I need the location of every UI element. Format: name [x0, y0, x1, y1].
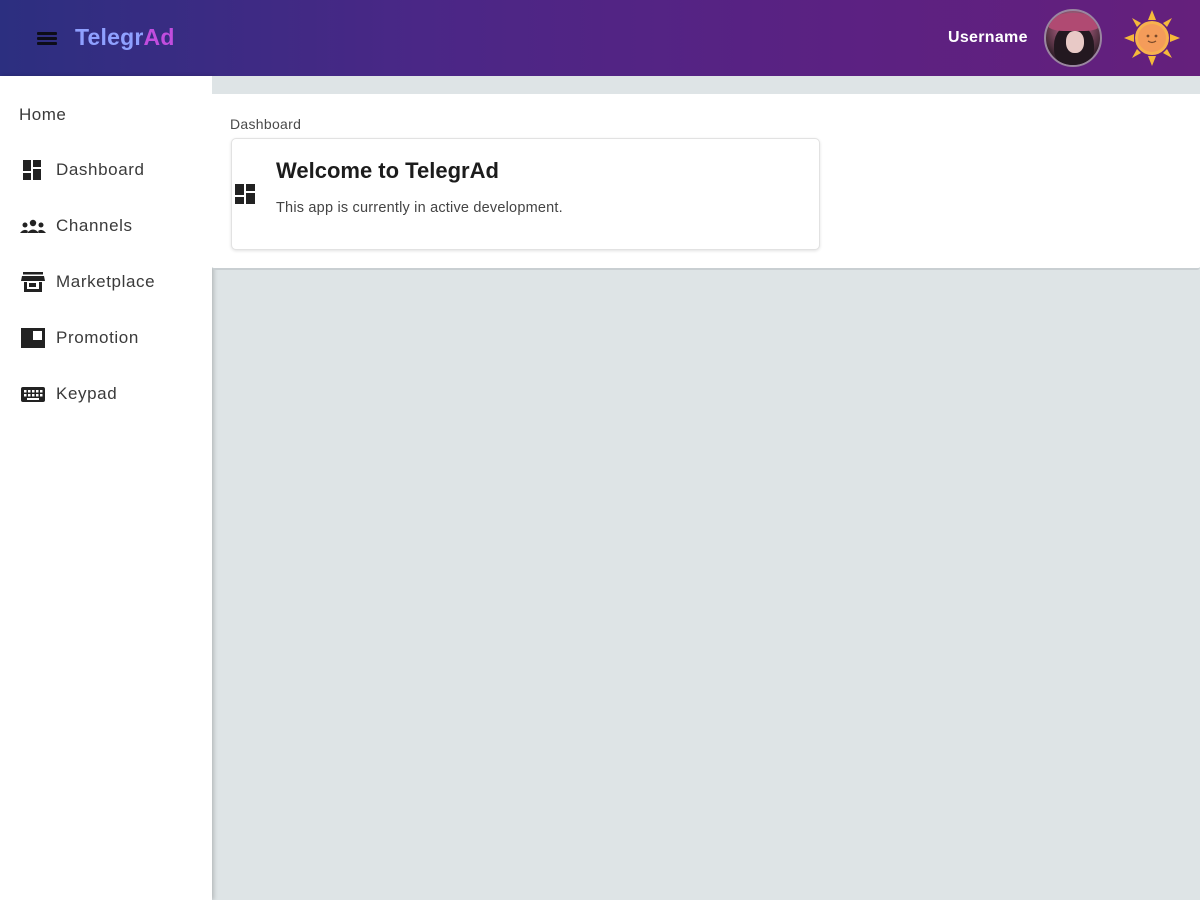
- sidebar-item-home[interactable]: Home: [19, 105, 66, 125]
- card-title: Welcome to TelegrAd: [276, 158, 499, 183]
- keyboard-icon: [21, 387, 45, 402]
- sidebar-item-label: Dashboard: [56, 160, 145, 179]
- card-description: This app is currently in active developm…: [276, 200, 563, 216]
- menu-icon[interactable]: [34, 27, 60, 49]
- avatar-hat: [1048, 13, 1100, 31]
- sidebar-item-label: Marketplace: [56, 272, 156, 291]
- sidebar: [0, 76, 212, 900]
- brand-text-part2: Ad: [143, 24, 175, 50]
- sidebar-item-label: Keypad: [56, 384, 118, 403]
- groups-icon: [20, 219, 46, 233]
- sidebar-item-marketplace[interactable]: Marketplace: [0, 262, 212, 302]
- brand-logo[interactable]: TelegrAd: [75, 24, 175, 51]
- sidebar-item-label: Promotion: [56, 328, 139, 347]
- content-top-strip: [212, 76, 1200, 94]
- sun-icon[interactable]: [1124, 10, 1180, 66]
- sidebar-item-dashboard[interactable]: Dashboard: [0, 150, 212, 190]
- sidebar-item-keypad[interactable]: Keypad: [0, 374, 212, 414]
- brand-text-part1: Telegr: [75, 24, 144, 50]
- avatar-face: [1066, 31, 1084, 53]
- welcome-card: [231, 138, 820, 250]
- dashboard-icon: [23, 160, 41, 180]
- store-icon: [21, 272, 45, 292]
- sidebar-item-channels[interactable]: Channels: [0, 206, 212, 246]
- sidebar-item-promotion[interactable]: Promotion: [0, 318, 212, 358]
- avatar[interactable]: [1044, 9, 1102, 67]
- app-bar: TelegrAd Username: [0, 0, 1200, 76]
- breadcrumb: Dashboard: [230, 116, 302, 132]
- dashboard-icon: [235, 184, 255, 204]
- sidebar-item-label: Channels: [56, 216, 133, 235]
- promotion-icon: [21, 328, 45, 348]
- username-label[interactable]: Username: [948, 29, 1028, 47]
